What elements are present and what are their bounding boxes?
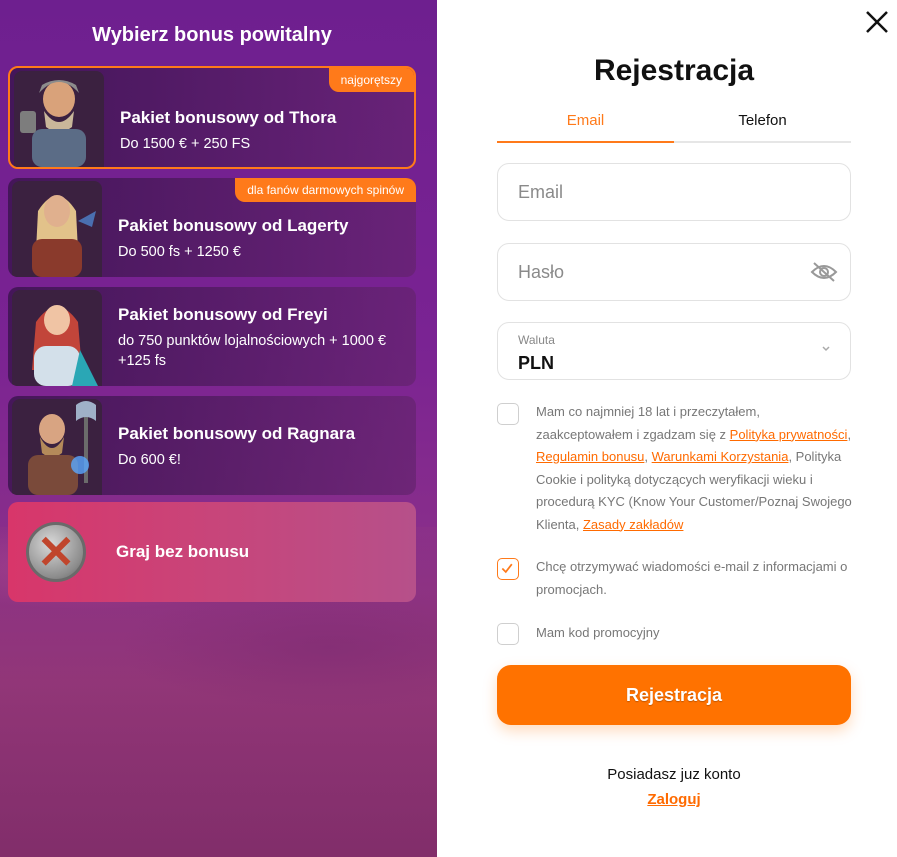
bonus-card-subtitle: Do 1500 € + 250 FS <box>120 136 251 152</box>
bonus-card-title: Pakiet bonusowy od Lagerty <box>118 216 349 235</box>
bonus-card-lagertha[interactable]: dla fanów darmowych spinów Pakiet bonuso… <box>8 178 416 277</box>
bonus-card-subtitle: Do 600 €! <box>118 452 181 468</box>
free-spins-badge: dla fanów darmowych spinów <box>235 178 416 202</box>
no-bonus-option[interactable]: ✕ Graj bez bonusu <box>8 502 416 602</box>
checkmark-icon <box>501 563 513 574</box>
promo-code-checkbox[interactable] <box>497 623 519 645</box>
auth-tabs: Email Telefon <box>497 108 851 143</box>
tab-phone[interactable]: Telefon <box>674 108 851 143</box>
betting-rules-link[interactable]: Zasady zakładów <box>583 517 683 532</box>
promo-code-label: Mam kod promocyjny <box>536 625 660 640</box>
lagertha-portrait-icon <box>12 181 102 277</box>
no-bonus-label: Graj bez bonusu <box>116 542 250 561</box>
email-input[interactable] <box>498 164 798 220</box>
login-link[interactable]: Zaloguj <box>497 791 851 808</box>
bonus-card-subtitle: do 750 punktów lojalnościowych + 1000 € … <box>118 333 387 369</box>
currency-select[interactable]: Waluta PLN <box>497 322 851 380</box>
bonus-panel-title: Wybierz bonus powitalny <box>92 24 332 46</box>
bonus-card-title: Pakiet bonusowy od Freyi <box>118 305 328 324</box>
freya-portrait-icon <box>12 290 102 386</box>
tab-email[interactable]: Email <box>497 108 674 143</box>
bonus-card-freya[interactable]: Pakiet bonusowy od Freyi do 750 punktów … <box>8 287 416 386</box>
bonus-card-title: Pakiet bonusowy od Thora <box>120 108 337 127</box>
have-account-text: Posiadasz juz konto <box>607 766 741 783</box>
terms-text: Mam co najmniej 18 lat i przeczytałem, z… <box>536 401 856 536</box>
page-title: Rejestracja <box>593 54 755 87</box>
terms-text-part: Mam co najmniej 18 lat i przeczytałem, z… <box>536 404 760 442</box>
bonus-terms-link[interactable]: Regulamin bonusu <box>536 449 644 464</box>
close-icon[interactable] <box>863 8 891 36</box>
bonus-card-ragnar[interactable]: Pakiet bonusowy od Ragnara Do 600 €! <box>8 396 416 495</box>
terms-separator: , <box>847 426 852 442</box>
email-field <box>497 163 851 221</box>
thor-portrait-icon <box>14 71 104 167</box>
bonus-card-thor[interactable]: najgorętszy Pakiet bonusowy od Thora Do … <box>8 66 416 169</box>
register-button[interactable]: Rejestracja <box>497 665 851 725</box>
newsletter-label: Chcę otrzymywać wiadomości e-mail z info… <box>536 559 848 597</box>
bonus-card-title: Pakiet bonusowy od Ragnara <box>118 424 356 443</box>
privacy-policy-link[interactable]: Polityka prywatności <box>730 427 848 442</box>
password-input[interactable] <box>498 244 798 300</box>
terms-checkbox[interactable] <box>497 403 519 425</box>
password-field <box>497 243 851 301</box>
no-bonus-x-icon: ✕ <box>26 522 86 582</box>
terms-of-use-link[interactable]: Warunkami Korzystania <box>652 449 789 464</box>
bonus-card-subtitle: Do 500 fs + 1250 € <box>118 244 241 260</box>
chevron-down-icon <box>822 346 830 352</box>
bonus-panel: Wybierz bonus powitalny najgorętszy Paki… <box>0 0 437 857</box>
currency-value: PLN <box>518 353 554 373</box>
terms-separator: , <box>644 449 652 464</box>
hot-badge: najgorętszy <box>328 68 414 92</box>
ragnar-portrait-icon <box>12 399 102 495</box>
newsletter-checkbox[interactable] <box>497 558 519 580</box>
eye-hidden-icon[interactable] <box>810 261 838 283</box>
currency-label: Waluta <box>518 333 555 347</box>
